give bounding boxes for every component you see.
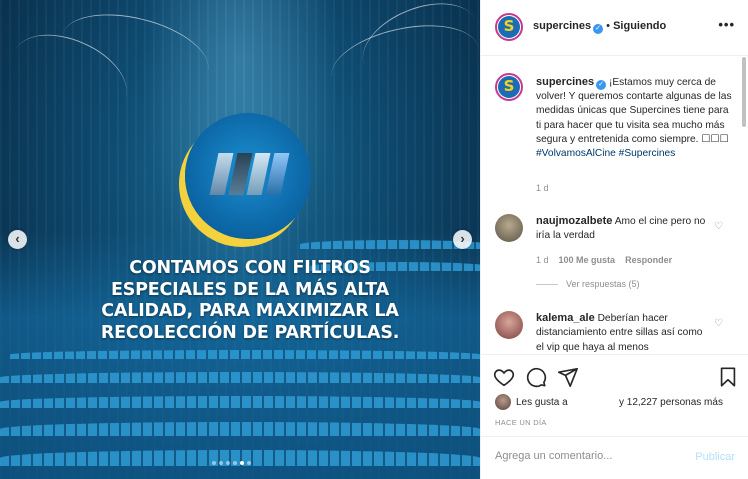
comment-likes[interactable]: 100 Me gusta (559, 255, 616, 265)
comment-age: 1 d (536, 255, 549, 265)
comment-username-link[interactable]: naujmozalbete (536, 215, 612, 227)
avatar[interactable] (495, 214, 523, 242)
username-link[interactable]: supercines (533, 20, 591, 32)
comments-scrollbar[interactable] (742, 57, 746, 127)
avatar[interactable]: S (495, 13, 523, 41)
avatar[interactable]: S (495, 73, 523, 101)
headline-line: RECOLECCIÓN DE PARTÍCULAS. (100, 322, 400, 343)
post-timestamp[interactable]: HACE UN DÍA (495, 418, 547, 427)
carousel-indicator (212, 461, 251, 465)
carousel-dot (233, 461, 237, 465)
post-image: CONTAMOS CON FILTROS ESPECIALES DE LA MÁ… (0, 0, 480, 479)
reply-button[interactable]: Responder (625, 255, 672, 265)
comment-icon[interactable] (525, 366, 547, 388)
comment: kalema_ale Deberían hacer distanciamient… (536, 311, 708, 354)
likes-count-link[interactable]: y 12,227 personas más (619, 397, 723, 408)
seat-row (0, 372, 480, 383)
more-options-icon[interactable]: ••• (718, 17, 735, 32)
verified-badge-icon: ✓ (593, 24, 604, 34)
add-comment-bar: Publicar (481, 436, 748, 479)
brand-logo-icon: S (498, 16, 520, 38)
avatar[interactable] (495, 311, 523, 339)
share-icon[interactable] (557, 366, 579, 388)
separator-dot: • (606, 20, 611, 32)
view-replies-button[interactable]: Ver respuestas (5) (536, 279, 640, 289)
liker-avatar[interactable] (495, 394, 511, 410)
publish-button[interactable]: Publicar (695, 451, 735, 463)
like-comment-heart-icon[interactable]: ♡ (714, 318, 723, 329)
headline-line: ESPECIALES DE LA MÁS ALTA (111, 279, 389, 300)
headline-line: CALIDAD, PARA MAXIMIZAR LA (101, 301, 399, 321)
caption-username-link[interactable]: supercines (536, 76, 594, 88)
likes-summary: Les gusta a y 12,227 personas más (495, 394, 745, 410)
heart-icon[interactable] (493, 366, 515, 388)
post-caption: supercines ✓ ¡Estamos muy cerca de volver… (536, 75, 736, 161)
filter-layers-icon (209, 153, 289, 195)
replies-divider (536, 284, 558, 286)
seat-row (10, 350, 480, 359)
image-headline: CONTAMOS CON FILTROS ESPECIALES DE LA MÁ… (80, 258, 420, 344)
following-button[interactable]: Siguiendo (613, 20, 666, 32)
post-header: S supercines ✓ • Siguiendo ••• (481, 0, 748, 56)
prev-slide-button[interactable]: ‹ (8, 230, 27, 249)
carousel-dot (219, 461, 223, 465)
next-slide-button[interactable]: › (453, 230, 472, 249)
carousel-dot (226, 461, 230, 465)
liked-by-label: Les gusta a (516, 397, 568, 408)
comment: naujmozalbete Amo el cine pero no iría l… (536, 214, 708, 244)
bookmark-icon[interactable] (717, 366, 739, 388)
comment-input[interactable] (495, 450, 675, 462)
carousel-dot (240, 461, 244, 465)
seat-row (0, 422, 480, 436)
carousel-dot (247, 461, 251, 465)
comment-username-link[interactable]: kalema_ale (536, 312, 595, 324)
brand-logo-icon: S (498, 76, 520, 98)
header-text: supercines ✓ • Siguiendo (533, 20, 666, 34)
caption-age: 1 d (536, 183, 549, 193)
comments-section: S supercines ✓ ¡Estamos muy cerca de volv… (481, 57, 748, 354)
verified-badge-icon: ✓ (596, 80, 607, 90)
headline-line: CONTAMOS CON FILTROS (129, 258, 371, 278)
post-side-panel: S supercines ✓ • Siguiendo ••• S supercin… (480, 0, 748, 479)
carousel-dot (212, 461, 216, 465)
seat-row (0, 396, 480, 408)
caption-hashtags[interactable]: #VolvamosAlCine #Supercines (536, 148, 675, 159)
post-actions: Les gusta a y 12,227 personas más HACE U… (481, 354, 748, 444)
view-replies-label: Ver respuestas (5) (566, 279, 640, 289)
filter-logo (185, 113, 311, 239)
comment-meta: 1 d 100 Me gusta Responder (536, 255, 672, 265)
like-comment-heart-icon[interactable]: ♡ (714, 221, 723, 232)
